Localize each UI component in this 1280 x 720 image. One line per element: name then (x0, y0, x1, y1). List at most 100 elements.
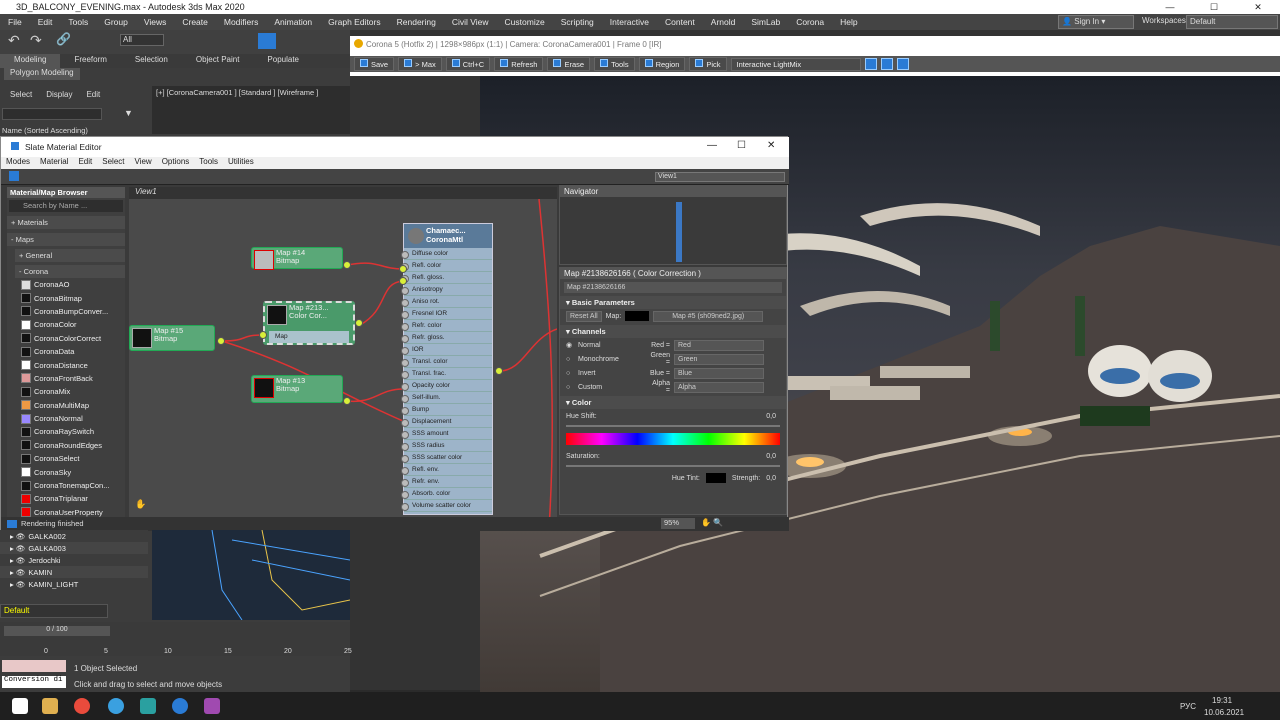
menu-item-modifiers[interactable]: Modifiers (216, 17, 266, 27)
browser-item[interactable]: CoronaAO (7, 278, 125, 291)
menu-item-help[interactable]: Help (832, 17, 865, 27)
red-channel-select[interactable]: Red (674, 339, 764, 351)
mtl-slot[interactable]: Refl. gloss. (401, 272, 492, 284)
slot-socket-diffuse[interactable] (399, 265, 407, 273)
menu-item-civil-view[interactable]: Civil View (444, 17, 497, 27)
pan-hand-icon[interactable]: ✋ (135, 499, 146, 510)
maximize-button[interactable]: ☐ (1192, 0, 1236, 14)
mtl-slot[interactable]: Anisotropy (401, 284, 492, 296)
output-socket[interactable] (355, 319, 363, 327)
ribbon-tab-freeform[interactable]: Freeform (60, 54, 120, 68)
menu-item-group[interactable]: Group (96, 17, 136, 27)
mtl-slot[interactable]: Volume scatter color (401, 500, 492, 512)
sme-menu-modes[interactable]: Modes (1, 157, 35, 169)
green-channel-select[interactable]: Green (674, 353, 764, 365)
file-explorer-icon[interactable] (42, 698, 58, 714)
browser-item[interactable]: CoronaColor (7, 318, 125, 331)
workspace-select[interactable]: Default (1186, 15, 1278, 29)
mtl-slot[interactable]: Transl. color (401, 356, 492, 368)
visibility-eye-icon[interactable]: ▸ 👁 (10, 568, 25, 577)
maxscript-input[interactable]: Conversion di (2, 676, 66, 688)
vfb-refresh-button[interactable]: Refresh (494, 57, 544, 71)
map-swatch[interactable] (625, 311, 650, 321)
scene-item[interactable]: ▸ 👁 KAMIN (0, 566, 148, 578)
mtl-slot[interactable]: Refr. color (401, 320, 492, 332)
mtl-slot[interactable]: Self-illum. (401, 392, 492, 404)
sme-menu-material[interactable]: Material (35, 157, 73, 169)
zoom-select[interactable]: 95% (661, 518, 695, 529)
sign-in-button[interactable]: 👤 Sign In ▾ (1058, 15, 1134, 29)
menu-item-arnold[interactable]: Arnold (703, 17, 744, 27)
sme-close-button[interactable]: ✕ (767, 140, 775, 151)
map-slot-button[interactable]: Map #5 (sh09ned2.jpg) (653, 310, 764, 322)
browser-item[interactable]: CoronaFrontBack (7, 372, 125, 385)
ribbon-tab-populate[interactable]: Populate (253, 54, 313, 68)
layer-select[interactable]: Default (0, 604, 108, 618)
browser-item[interactable]: CoronaTriplanar (7, 492, 125, 505)
node-map-13[interactable]: Map #13 Bitmap (251, 375, 343, 403)
visibility-eye-icon[interactable]: ▸ 👁 (10, 544, 25, 553)
menu-item-simlab[interactable]: SimLab (743, 17, 788, 27)
ribbon-tab-object-paint[interactable]: Object Paint (182, 54, 254, 68)
view-dropdown[interactable]: View1 (655, 172, 785, 182)
link-icon[interactable]: 🔗 (56, 32, 71, 46)
vfb-ctrl-c-button[interactable]: Ctrl+C (445, 57, 491, 71)
mtl-slot[interactable]: Opacity color (401, 380, 492, 392)
navigator-minimap[interactable] (676, 202, 682, 262)
mtl-slot[interactable]: Refr. env. (401, 476, 492, 488)
basic-params-header[interactable]: ▾ Basic Parameters (560, 296, 786, 309)
general-group[interactable]: + General (15, 249, 125, 262)
menu-item-interactive[interactable]: Interactive (602, 17, 657, 27)
browser-item[interactable]: CoronaBitmap (7, 291, 125, 304)
vfb-zoom-icon[interactable] (880, 58, 893, 70)
browser-search-input[interactable]: Search by Name ... (9, 200, 123, 212)
ribbon-tab-modeling[interactable]: Modeling (0, 54, 61, 68)
sme-menu-edit[interactable]: Edit (73, 157, 97, 169)
node-view[interactable]: Map #14 Bitmap Map #213... Color Cor... Ma… (129, 199, 557, 529)
redo-icon[interactable]: ↷ (30, 32, 42, 49)
menu-item-file[interactable]: File (0, 17, 30, 27)
browser-item[interactable]: CoronaDistance (7, 358, 125, 371)
3dsmax-icon[interactable] (140, 698, 156, 714)
scene-item[interactable]: ▸ 👁 Jerdochki (0, 554, 148, 566)
vfb--max-button[interactable]: > Max (398, 57, 442, 71)
move-icon[interactable] (258, 33, 276, 49)
blue-channel-select[interactable]: Blue (674, 367, 764, 379)
maxscript-listener[interactable] (2, 660, 66, 672)
menu-item-create[interactable]: Create (174, 17, 216, 27)
undo-icon[interactable]: ↶ (8, 32, 20, 49)
select-tool-icon[interactable] (9, 171, 19, 181)
vfb-save-button[interactable]: Save (354, 57, 395, 71)
map-name-field[interactable]: Map #2138626166 (564, 282, 782, 293)
filter-icon[interactable]: ▼ (124, 108, 133, 118)
mtl-slot[interactable]: Refl. env. (401, 464, 492, 476)
vfb-pick-button[interactable]: Pick (689, 57, 727, 71)
scene-search-input[interactable] (2, 108, 102, 120)
view-tab[interactable]: View1 (129, 187, 557, 199)
time-slider[interactable]: 0 / 100 (4, 626, 110, 636)
sme-menu-utilities[interactable]: Utilities (223, 157, 259, 169)
vfb-region-button[interactable]: Region (638, 57, 686, 71)
vfb-erase-button[interactable]: Erase (547, 57, 591, 71)
sme-menu-tools[interactable]: Tools (194, 157, 223, 169)
lightmix-dropdown[interactable]: Interactive LightMix (730, 57, 861, 71)
scene-item[interactable]: ▸ 👁 GALKA002 (0, 530, 148, 542)
reset-all-button[interactable]: Reset All (566, 310, 602, 322)
output-socket[interactable] (343, 261, 351, 269)
browser-item[interactable]: CoronaMultiMap (7, 399, 125, 412)
browser-item[interactable]: CoronaNormal (7, 412, 125, 425)
mtl-slot[interactable]: SSS scatter color (401, 452, 492, 464)
node-map-14[interactable]: Map #14 Bitmap (251, 247, 343, 270)
hue-shift-value[interactable]: 0,0 (766, 413, 776, 420)
browser-item[interactable]: CoronaRaySwitch (7, 425, 125, 438)
browser-item[interactable]: CoronaSky (7, 465, 125, 478)
saturation-value[interactable]: 0,0 (766, 453, 776, 460)
menu-item-animation[interactable]: Animation (266, 17, 320, 27)
browser-item[interactable]: CoronaRoundEdges (7, 439, 125, 452)
mtl-slot[interactable]: Bump (401, 404, 492, 416)
language-indicator[interactable]: РУС (1180, 702, 1196, 711)
mtl-slot[interactable]: Refr. gloss. (401, 332, 492, 344)
radio-custom[interactable]: ○ (566, 384, 578, 391)
menu-item-scripting[interactable]: Scripting (553, 17, 602, 27)
mtl-slot[interactable]: Aniso rot. (401, 296, 492, 308)
